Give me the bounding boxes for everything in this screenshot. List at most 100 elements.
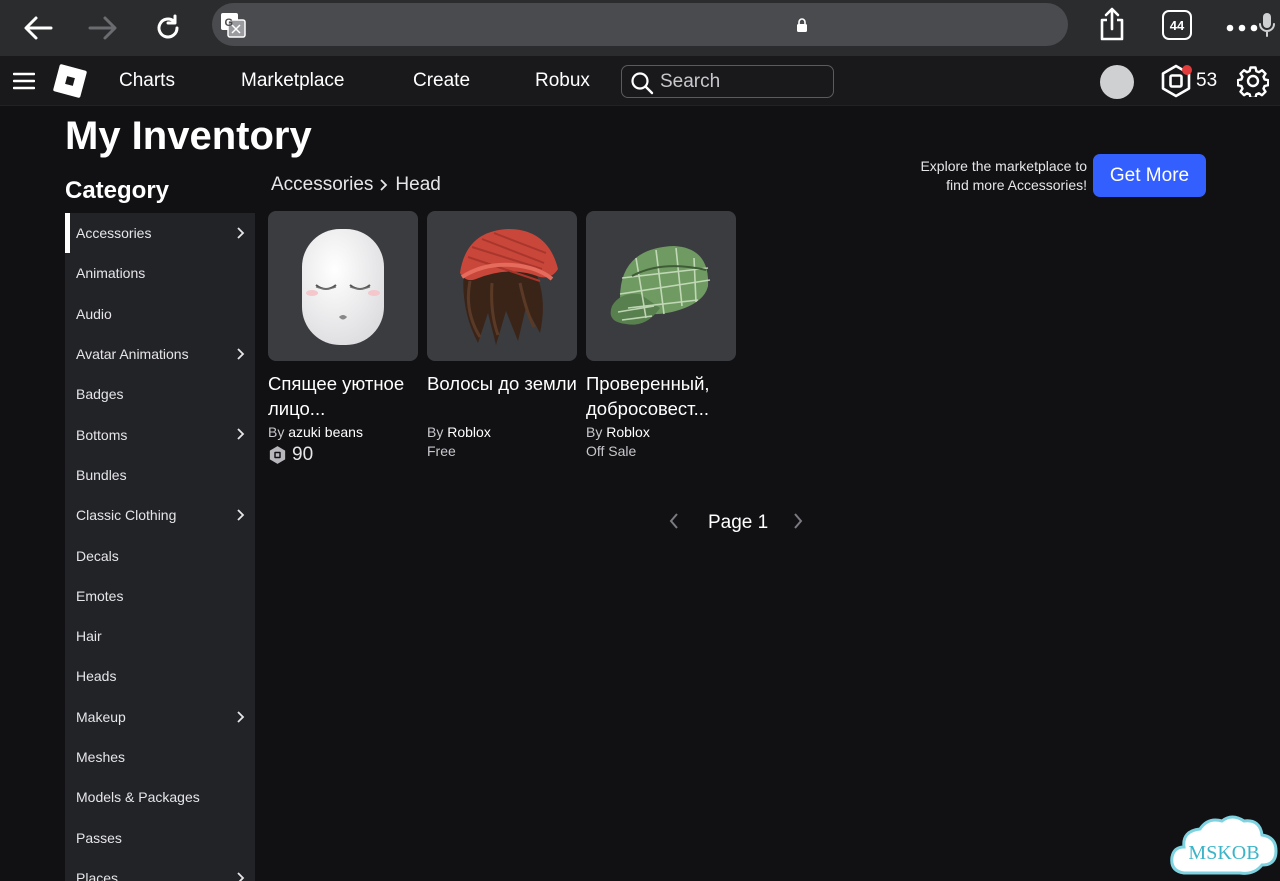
page-indicator: Page 1 xyxy=(708,512,769,533)
breadcrumb-head: Head xyxy=(395,174,441,195)
item-card[interactable]: Волосы до земли By Roblox Free xyxy=(427,211,577,461)
item-creator: By Roblox xyxy=(586,423,736,442)
item-thumbnail[interactable] xyxy=(268,211,418,361)
sidebar-item-label: Models & Packages xyxy=(76,789,200,806)
next-page-chevron-right-icon[interactable] xyxy=(792,512,804,535)
item-name[interactable]: Спящее уютное лицо... xyxy=(268,371,418,421)
sidebar-item-label: Decals xyxy=(76,547,119,564)
chevron-right-icon xyxy=(379,178,389,192)
sleepy-face-icon xyxy=(302,229,384,345)
sidebar-item-label: Emotes xyxy=(76,587,124,604)
search-input[interactable] xyxy=(660,70,830,94)
long-hair-red-beanie-icon xyxy=(460,229,558,345)
translate-icon[interactable]: G xyxy=(220,12,246,38)
sidebar-item-label: Places xyxy=(76,869,119,881)
by-label: By xyxy=(427,424,444,440)
sidebar-item-label: Hair xyxy=(76,628,102,645)
tabs-count-button[interactable]: 44 xyxy=(1162,10,1192,40)
forward-arrow-icon[interactable] xyxy=(83,8,123,48)
sidebar-item-bottoms[interactable]: Bottoms xyxy=(65,414,255,454)
sidebar-item-heads[interactable]: Heads xyxy=(65,656,255,696)
by-label: By xyxy=(586,424,603,440)
sidebar-item-meshes[interactable]: Meshes xyxy=(65,737,255,777)
item-name[interactable]: Волосы до земли xyxy=(427,371,577,421)
creator-link[interactable]: Roblox xyxy=(447,424,491,440)
address-bar[interactable]: G xyxy=(212,3,1275,46)
item-creator: By Roblox xyxy=(427,423,577,442)
nav-link-marketplace[interactable]: Marketplace xyxy=(241,70,345,92)
sidebar-item-hair[interactable]: Hair xyxy=(65,616,255,656)
sidebar-item-decals[interactable]: Decals xyxy=(65,535,255,575)
sidebar-item-label: Meshes xyxy=(76,749,126,765)
chevron-right-icon xyxy=(236,508,245,525)
explore-text: Explore the marketplace to find more Acc… xyxy=(920,158,1087,193)
gear-icon[interactable] xyxy=(1237,65,1269,97)
tabs-count: 44 xyxy=(1169,17,1185,33)
sidebar-item-label: Badges xyxy=(76,386,124,403)
sidebar-item-animations[interactable]: Animations xyxy=(65,253,255,293)
page-title: My Inventory xyxy=(65,114,312,158)
sidebar-item-emotes[interactable]: Emotes xyxy=(65,576,255,616)
green-plaid-cap-icon xyxy=(610,246,711,325)
sidebar-item-models-packages[interactable]: Models & Packages xyxy=(65,777,255,817)
sidebar-item-places[interactable]: Places xyxy=(65,858,255,881)
robux-icon xyxy=(269,446,286,464)
sidebar-item-label: Classic Clothing xyxy=(76,507,177,524)
roblox-logo-icon[interactable] xyxy=(53,64,87,98)
sidebar-item-label: Animations xyxy=(76,265,146,282)
sidebar-item-label: Bottoms xyxy=(76,426,128,443)
search-box[interactable] xyxy=(621,65,834,98)
back-arrow-icon[interactable] xyxy=(18,8,58,48)
creator-link[interactable]: azuki beans xyxy=(288,424,363,440)
item-price: Free xyxy=(427,443,456,459)
avatar[interactable] xyxy=(1100,65,1134,99)
nav-link-create[interactable]: Create xyxy=(413,70,470,92)
item-card[interactable]: Спящее уютное лицо... By azuki beans 90 xyxy=(268,211,418,468)
more-options-icon[interactable] xyxy=(1222,8,1262,48)
svg-text:G: G xyxy=(225,17,234,29)
item-price: Off Sale xyxy=(586,443,637,459)
reload-icon[interactable] xyxy=(148,8,188,48)
nav-link-charts[interactable]: Charts xyxy=(119,70,175,92)
sidebar-item-accessories[interactable]: Accessories xyxy=(65,213,255,254)
nav-link-robux[interactable]: Robux xyxy=(535,70,590,92)
sidebar-item-avatar-animations[interactable]: Avatar Animations xyxy=(65,334,255,374)
sidebar-item-label: Heads xyxy=(76,668,117,685)
category-heading: Category xyxy=(65,177,170,204)
creator-link[interactable]: Roblox xyxy=(606,424,650,440)
item-thumbnail[interactable] xyxy=(427,211,577,361)
watermark-text: MSKOB xyxy=(1188,842,1259,864)
get-more-button[interactable]: Get More xyxy=(1093,154,1206,197)
robux-balance[interactable]: 53 xyxy=(1196,70,1217,92)
item-card[interactable]: Проверенный, добросовест... By Roblox Of… xyxy=(586,211,736,461)
sidebar-item-label: Bundles xyxy=(76,466,127,483)
chevron-right-icon xyxy=(236,427,245,444)
sidebar-item-label: Accessories xyxy=(76,225,152,242)
sidebar-item-label: Audio xyxy=(76,305,112,322)
sidebar-item-passes[interactable]: Passes xyxy=(65,817,255,857)
breadcrumb-accessories[interactable]: Accessories xyxy=(271,174,373,196)
chevron-right-icon xyxy=(236,347,245,364)
sidebar-item-classic-clothing[interactable]: Classic Clothing xyxy=(65,495,255,535)
chevron-right-icon xyxy=(236,871,245,881)
browser-toolbar: G 44 xyxy=(0,0,1280,56)
breadcrumb: Accessories Head xyxy=(271,174,441,196)
sidebar-item-badges[interactable]: Badges xyxy=(65,374,255,414)
item-thumbnail[interactable] xyxy=(586,211,736,361)
lock-icon xyxy=(797,18,807,32)
item-name[interactable]: Проверенный, добросовест... xyxy=(586,371,736,421)
share-icon[interactable] xyxy=(1092,4,1132,44)
search-icon xyxy=(631,72,654,95)
sidebar-item-audio[interactable]: Audio xyxy=(65,294,255,334)
sidebar-item-makeup[interactable]: Makeup xyxy=(65,697,255,737)
item-price: 90 xyxy=(268,442,418,468)
watermark-logo: MSKOB xyxy=(1170,815,1278,875)
pagination: Page 1 xyxy=(668,510,804,536)
sidebar-item-bundles[interactable]: Bundles xyxy=(65,455,255,495)
item-creator: By azuki beans xyxy=(268,423,418,442)
hamburger-menu-icon[interactable] xyxy=(13,72,35,90)
by-label: By xyxy=(268,424,285,440)
prev-page-chevron-left-icon[interactable] xyxy=(668,512,680,535)
notification-dot xyxy=(1182,65,1192,75)
category-sidebar: Accessories Animations Audio Avatar Animati… xyxy=(65,213,255,881)
